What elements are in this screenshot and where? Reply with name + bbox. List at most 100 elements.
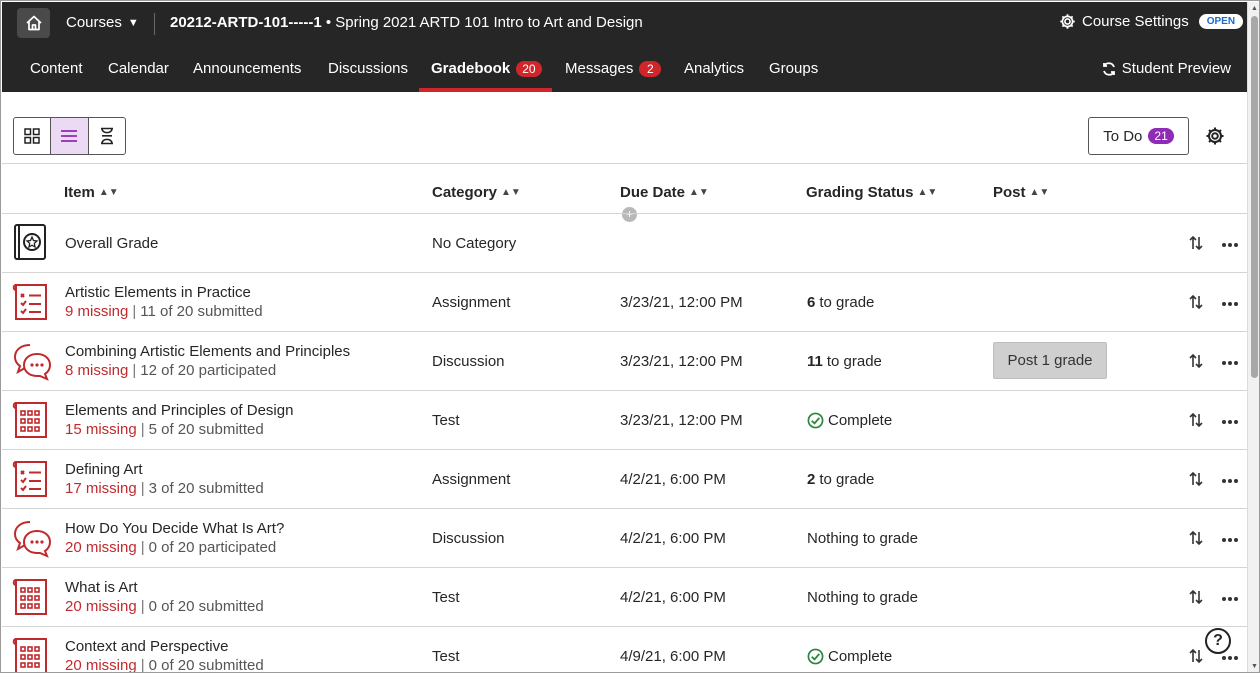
grid-view-button[interactable] bbox=[14, 118, 52, 154]
gradebook-row[interactable]: Context and Perspective 20 missing | 0 of 2… bbox=[2, 627, 1247, 672]
reorder-button[interactable] bbox=[1188, 530, 1204, 551]
scroll-up-icon[interactable]: ▲ bbox=[1251, 5, 1258, 12]
column-header-grading-status[interactable]: Grading Status ▲▼ bbox=[806, 184, 937, 201]
grading-status[interactable]: Nothing to grade bbox=[807, 530, 918, 547]
student-preview-button[interactable]: Student Preview bbox=[1101, 60, 1231, 77]
reorder-button[interactable] bbox=[1188, 235, 1204, 256]
check-circle-icon bbox=[807, 412, 824, 429]
help-button[interactable]: ? bbox=[1205, 628, 1231, 654]
item-name-link[interactable]: Combining Artistic Elements and Principl… bbox=[65, 343, 350, 360]
gradebook-row[interactable]: Combining Artistic Elements and Principl… bbox=[2, 332, 1247, 391]
grading-status[interactable]: 6 to grade bbox=[807, 294, 874, 311]
grading-view-button[interactable] bbox=[89, 118, 125, 154]
course-title: 20212-ARTD-101-----1 • Spring 2021 ARTD … bbox=[170, 14, 643, 31]
scrollbar[interactable]: ▲ ▼ bbox=[1247, 2, 1259, 672]
todo-button[interactable]: To Do 21 bbox=[1088, 117, 1189, 155]
reorder-button[interactable] bbox=[1188, 471, 1204, 492]
column-header-post[interactable]: Post ▲▼ bbox=[993, 184, 1049, 201]
reorder-button[interactable] bbox=[1188, 589, 1204, 610]
gear-icon bbox=[1206, 127, 1224, 145]
more-options-icon bbox=[1222, 538, 1238, 542]
more-options-icon bbox=[1222, 420, 1238, 424]
item-category: Discussion bbox=[432, 353, 505, 370]
missing-count[interactable]: 8 missing bbox=[65, 362, 128, 379]
item-category: Test bbox=[432, 412, 460, 429]
more-options-button[interactable] bbox=[1221, 353, 1239, 371]
toolbar-divider bbox=[2, 163, 1247, 164]
grading-status[interactable]: Complete bbox=[807, 412, 892, 429]
gradebook-row[interactable]: What is Art 20 missing | 0 of 20 submitted T… bbox=[2, 568, 1247, 627]
course-code: 20212-ARTD-101-----1 bbox=[170, 14, 322, 31]
tab-announcements-label: Announcements bbox=[193, 60, 302, 77]
grading-status[interactable]: Complete bbox=[807, 648, 892, 665]
item-name-link[interactable]: Defining Art bbox=[65, 461, 143, 478]
missing-count[interactable]: 20 missing bbox=[65, 657, 137, 672]
reorder-button[interactable] bbox=[1188, 648, 1204, 669]
item-due-date: 4/2/21, 6:00 PM bbox=[620, 471, 726, 488]
submission-progress: 12 of 20 participated bbox=[140, 362, 277, 379]
more-options-button[interactable] bbox=[1221, 412, 1239, 430]
gradebook-row[interactable]: Artistic Elements in Practice 9 missing | 1… bbox=[2, 273, 1247, 332]
tab-gradebook[interactable]: Gradebook 20 bbox=[431, 60, 542, 77]
tab-calendar[interactable]: Calendar bbox=[108, 60, 169, 77]
tab-discussions[interactable]: Discussions bbox=[328, 60, 408, 77]
reorder-button[interactable] bbox=[1188, 294, 1204, 315]
more-options-button[interactable] bbox=[1221, 471, 1239, 489]
tab-content[interactable]: Content bbox=[30, 60, 83, 77]
column-header-item[interactable]: Item ▲▼ bbox=[64, 184, 119, 201]
column-header-due-date[interactable]: Due Date ▲▼ bbox=[620, 184, 709, 201]
home-button[interactable] bbox=[17, 8, 50, 38]
tab-analytics[interactable]: Analytics bbox=[684, 60, 744, 77]
more-options-button[interactable] bbox=[1221, 294, 1239, 312]
tab-announcements[interactable]: Announcements bbox=[193, 60, 301, 77]
item-name-link[interactable]: Artistic Elements in Practice bbox=[65, 284, 251, 301]
summary-separator: | bbox=[140, 539, 145, 556]
column-header-category[interactable]: Category ▲▼ bbox=[432, 184, 521, 201]
tab-groups-label: Groups bbox=[769, 60, 819, 77]
tab-messages[interactable]: Messages 2 bbox=[565, 60, 662, 77]
missing-count[interactable]: 20 missing bbox=[65, 598, 137, 615]
reorder-button[interactable] bbox=[1188, 353, 1204, 374]
scroll-down-icon[interactable]: ▼ bbox=[1251, 663, 1258, 670]
caret-down-icon: ▼ bbox=[127, 16, 139, 29]
gradebook-row[interactable]: How Do You Decide What Is Art? 20 missing… bbox=[2, 509, 1247, 568]
missing-count[interactable]: 20 missing bbox=[65, 539, 137, 556]
item-due-date: 4/2/21, 6:00 PM bbox=[620, 530, 726, 547]
more-options-button[interactable] bbox=[1221, 235, 1239, 253]
gradebook-row[interactable]: Overall Grade No Category bbox=[2, 214, 1247, 273]
gradebook-settings-button[interactable] bbox=[1205, 126, 1225, 151]
gradebook-row[interactable]: Elements and Principles of Design 15 miss… bbox=[2, 391, 1247, 450]
more-options-icon bbox=[1222, 243, 1238, 247]
courses-menu[interactable]: Courses ▼ bbox=[66, 14, 139, 31]
grading-status[interactable]: Nothing to grade bbox=[807, 589, 918, 606]
item-name-link[interactable]: Context and Perspective bbox=[65, 638, 228, 655]
tab-groups[interactable]: Groups bbox=[769, 60, 818, 77]
refresh-icon bbox=[1102, 61, 1115, 76]
course-settings-button[interactable]: Course Settings OPEN bbox=[1059, 13, 1244, 30]
scrollbar-thumb[interactable] bbox=[1251, 16, 1258, 378]
more-options-button[interactable] bbox=[1221, 589, 1239, 607]
missing-count[interactable]: 17 missing bbox=[65, 480, 137, 497]
reorder-button[interactable] bbox=[1188, 412, 1204, 433]
tab-calendar-label: Calendar bbox=[108, 60, 169, 77]
gradebook-row[interactable]: Defining Art 17 missing | 3 of 20 submitted… bbox=[2, 450, 1247, 509]
item-name-link[interactable]: What is Art bbox=[65, 579, 138, 596]
grading-status[interactable]: 11 to grade bbox=[807, 353, 882, 370]
check-circle-icon bbox=[807, 648, 824, 665]
item-name-link[interactable]: How Do You Decide What Is Art? bbox=[65, 520, 284, 537]
post-grades-button[interactable]: Post 1 grade bbox=[993, 342, 1107, 379]
sort-icon: ▲▼ bbox=[689, 187, 709, 198]
item-due-date: 3/23/21, 12:00 PM bbox=[620, 412, 743, 429]
more-options-button[interactable] bbox=[1221, 530, 1239, 548]
item-name-link[interactable]: Overall Grade bbox=[65, 235, 158, 252]
submission-progress: 0 of 20 submitted bbox=[148, 598, 264, 615]
item-category: No Category bbox=[432, 235, 517, 252]
assignment-icon bbox=[12, 282, 52, 322]
grading-status[interactable]: 2 to grade bbox=[807, 471, 874, 488]
missing-count[interactable]: 9 missing bbox=[65, 303, 128, 320]
missing-count[interactable]: 15 missing bbox=[65, 421, 137, 438]
grading-status-text: to grade bbox=[819, 471, 875, 488]
item-name-link[interactable]: Elements and Principles of Design bbox=[65, 402, 293, 419]
test-icon bbox=[12, 577, 52, 617]
list-view-button[interactable] bbox=[51, 118, 89, 154]
